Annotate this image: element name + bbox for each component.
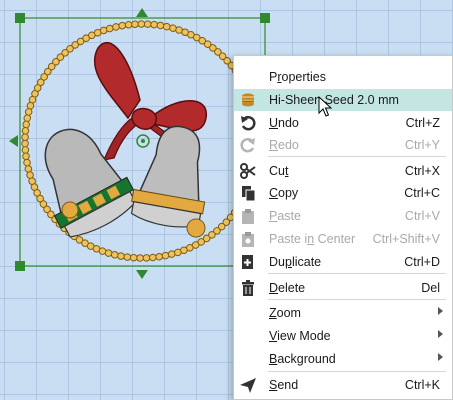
resize-handle-bottom-left[interactable]	[15, 261, 25, 271]
menu-item-label: Paste	[269, 209, 301, 223]
menu-item-label: Background	[269, 352, 336, 366]
right-bell	[130, 125, 206, 228]
menu-item-paste-center: Paste in Center Ctrl+Shift+V	[234, 228, 452, 250]
submenu-arrow-icon	[438, 330, 443, 338]
mouse-cursor-icon	[318, 96, 333, 117]
menu-item-duplicate[interactable]: Duplicate Ctrl+D	[234, 251, 452, 273]
menu-item-label: Redo	[269, 138, 299, 152]
menu-item-shortcut: Ctrl+V	[404, 209, 440, 223]
menu-item-label: Delete	[269, 281, 306, 295]
context-menu: Properties Hi-Sheen Seed 2.0 mm Undo Ctrl+Z…	[233, 55, 453, 400]
menu-item-shortcut: Ctrl+K	[404, 378, 440, 392]
send-icon	[240, 377, 256, 393]
menu-item-shortcut: Ctrl+C	[404, 186, 440, 200]
trash-icon	[240, 280, 256, 296]
duplicate-icon	[240, 254, 256, 270]
menu-item-redo: Redo Ctrl+Y	[234, 134, 452, 156]
paste-icon	[240, 208, 256, 224]
left-handle[interactable]	[9, 135, 18, 147]
menu-item-label: Cut	[269, 164, 289, 178]
menu-item-shortcut: Ctrl+Z	[405, 116, 440, 130]
bow-tail-left	[103, 117, 139, 161]
menu-item-delete[interactable]: Delete Del	[234, 277, 452, 299]
menu-item-label: Send	[269, 378, 299, 392]
menu-item-label: Zoom	[269, 306, 301, 320]
submenu-arrow-icon	[438, 307, 443, 315]
menu-item-send[interactable]: Send Ctrl+K	[234, 374, 452, 396]
menu-item-shortcut: Ctrl+Y	[404, 138, 440, 152]
menu-item-label: Properties	[269, 70, 326, 84]
resize-handle-top-right[interactable]	[260, 13, 270, 23]
menu-item-label: Paste in Center	[269, 232, 356, 246]
menu-separator	[268, 273, 446, 274]
right-bell-clapper	[186, 218, 206, 238]
menu-item-shortcut: Ctrl+D	[404, 255, 440, 269]
bow-loop-left	[93, 41, 141, 120]
copy-icon	[240, 185, 256, 202]
menu-item-copy[interactable]: Copy Ctrl+C	[234, 182, 452, 204]
menu-item-hisheen[interactable]: Hi-Sheen Seed 2.0 mm	[234, 89, 452, 111]
thread-spool-icon	[240, 92, 256, 108]
menu-item-viewmode[interactable]: View Mode	[234, 325, 452, 347]
menu-item-cut[interactable]: Cut Ctrl+X	[234, 160, 452, 182]
menu-item-label: Duplicate	[269, 255, 322, 269]
left-bell-clapper	[61, 201, 79, 219]
menu-item-paste: Paste Ctrl+V	[234, 205, 452, 227]
menu-separator	[268, 156, 446, 157]
menu-item-zoom[interactable]: Zoom	[234, 302, 452, 324]
top-handle[interactable]	[136, 8, 148, 17]
menu-item-shortcut: Ctrl+Shift+V	[372, 232, 440, 246]
redo-icon	[240, 137, 256, 153]
submenu-arrow-icon	[438, 353, 443, 361]
resize-handle-top-left[interactable]	[15, 13, 25, 23]
menu-item-properties[interactable]: Properties	[234, 66, 452, 88]
scissors-icon	[240, 163, 256, 179]
menu-item-shortcut: Del	[421, 281, 440, 295]
menu-item-label: View Mode	[269, 329, 331, 343]
menu-item-background[interactable]: Background	[234, 348, 452, 370]
menu-separator	[268, 299, 446, 300]
menu-item-label: Undo	[269, 116, 299, 130]
paste-center-icon	[240, 231, 256, 247]
menu-item-shortcut: Ctrl+X	[404, 164, 440, 178]
menu-item-label: Copy	[269, 186, 299, 200]
menu-separator	[268, 371, 446, 372]
undo-icon	[240, 115, 256, 131]
menu-item-undo[interactable]: Undo Ctrl+Z	[234, 112, 452, 134]
bottom-handle[interactable]	[136, 270, 148, 279]
